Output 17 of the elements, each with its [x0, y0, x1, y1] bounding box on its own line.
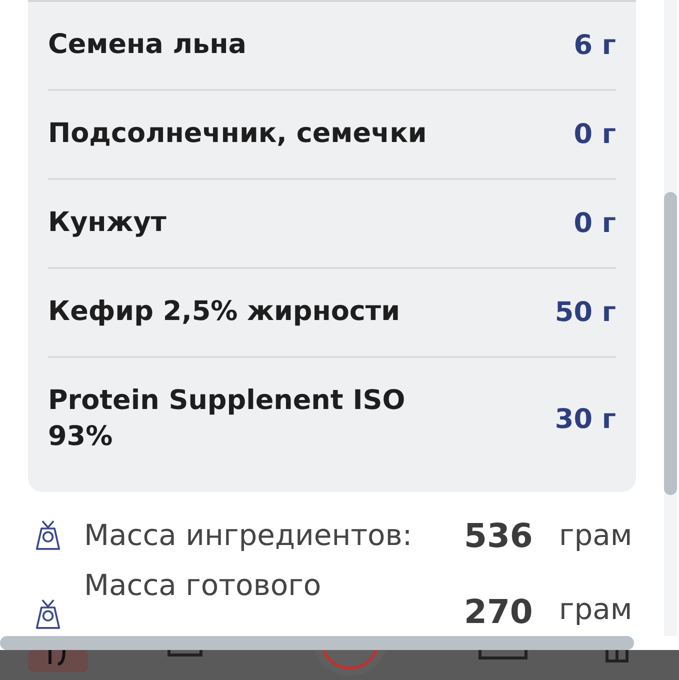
ingredient-name: Protein Supplenent ISO 93%: [48, 384, 406, 454]
ingredient-amount: 30 г: [554, 404, 616, 434]
mass-label: Масса готового: [84, 568, 322, 602]
mass-unit: грам: [559, 592, 632, 626]
mass-value: 270: [464, 592, 534, 631]
mass-unit: грам: [559, 518, 632, 552]
ingredient-name: Кефир 2,5% жирности: [48, 295, 400, 330]
mass-label: Масса ингредиентов:: [84, 518, 414, 552]
ingredient-amount: 50 г: [554, 297, 616, 328]
ingredient-amount: 0 г: [574, 119, 616, 150]
mass-value: 536: [464, 516, 534, 554]
ingredient-name: Семена льна: [48, 28, 247, 62]
ingredient-name: Кунжут: [48, 206, 166, 240]
ingredient-amount: 6 г: [574, 30, 616, 61]
ingredient-amount: 0 г: [574, 208, 616, 239]
ingredient-name: Подсолнечник, семечки: [48, 117, 427, 152]
scrollbar-thumb[interactable]: [664, 192, 677, 495]
